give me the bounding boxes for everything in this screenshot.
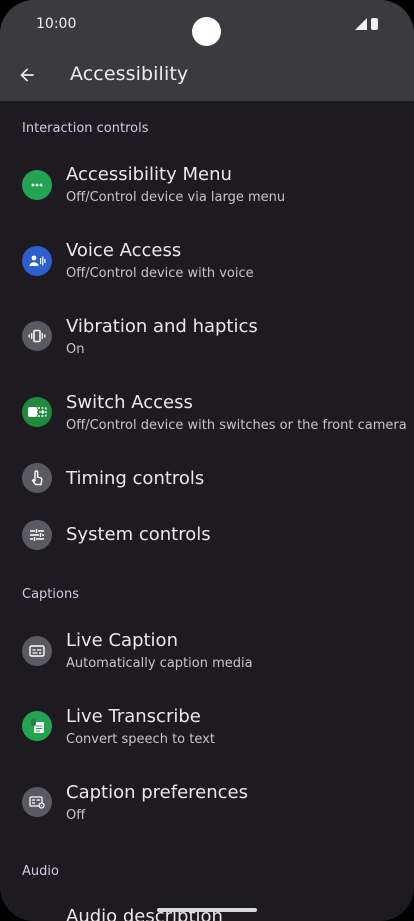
accessibility-menu-icon xyxy=(22,170,52,200)
item-vibration-haptics[interactable]: Vibration and haptics On xyxy=(0,312,414,368)
voice-access-icon xyxy=(22,246,52,276)
caption-icon xyxy=(22,636,52,666)
item-caption-preferences[interactable]: Caption preferences Off xyxy=(0,778,414,834)
phone-screen: 10:00 Accessibility Interaction controls… xyxy=(0,0,414,921)
section-interaction-controls: Interaction controls xyxy=(22,121,149,136)
gesture-nav-handle[interactable] xyxy=(157,908,257,912)
top-app-bar: 10:00 Accessibility xyxy=(0,0,414,101)
item-title: Vibration and haptics xyxy=(66,316,258,337)
item-subtitle: On xyxy=(66,342,85,357)
item-system-controls[interactable]: System controls xyxy=(0,516,414,556)
live-transcribe-icon xyxy=(22,711,52,741)
tune-icon xyxy=(22,520,52,550)
status-time: 10:00 xyxy=(36,16,77,32)
camera-cutout xyxy=(192,17,221,46)
item-title: Live Caption xyxy=(66,630,178,651)
switch-access-icon xyxy=(22,397,52,427)
item-subtitle: Off/Control device with voice xyxy=(66,266,254,281)
caption-settings-icon xyxy=(22,787,52,817)
item-title: Accessibility Menu xyxy=(66,164,232,185)
item-live-caption[interactable]: Live Caption Automatically caption media xyxy=(0,626,414,682)
item-voice-access[interactable]: Voice Access Off/Control device with voi… xyxy=(0,236,414,292)
item-subtitle: Off xyxy=(66,808,86,823)
signal-icon xyxy=(355,18,367,30)
item-accessibility-menu[interactable]: Accessibility Menu Off/Control device vi… xyxy=(0,160,414,216)
vibration-icon xyxy=(22,321,52,351)
item-title: System controls xyxy=(66,524,211,545)
status-icons xyxy=(355,18,378,30)
arrow-back-icon xyxy=(20,68,34,82)
touch-hand-icon xyxy=(22,463,52,493)
item-title: Voice Access xyxy=(66,240,182,261)
section-audio: Audio xyxy=(22,864,59,879)
item-timing-controls[interactable]: Timing controls xyxy=(0,460,414,500)
item-title: Live Transcribe xyxy=(66,706,201,727)
item-subtitle: Off/Control device with switches or the … xyxy=(66,418,407,433)
item-title: Switch Access xyxy=(66,392,193,413)
section-captions: Captions xyxy=(22,587,79,602)
item-subtitle: Off/Control device via large menu xyxy=(66,190,286,205)
item-subtitle: Convert speech to text xyxy=(66,732,215,747)
item-live-transcribe[interactable]: Live Transcribe Convert speech to text xyxy=(0,702,414,758)
item-title: Caption preferences xyxy=(66,782,248,803)
page-title: Accessibility xyxy=(70,63,189,85)
back-button[interactable] xyxy=(14,62,40,88)
item-subtitle: Automatically caption media xyxy=(66,656,253,671)
item-title: Timing controls xyxy=(66,468,205,489)
item-switch-access[interactable]: Switch Access Off/Control device with sw… xyxy=(0,388,414,444)
battery-icon xyxy=(371,18,378,30)
